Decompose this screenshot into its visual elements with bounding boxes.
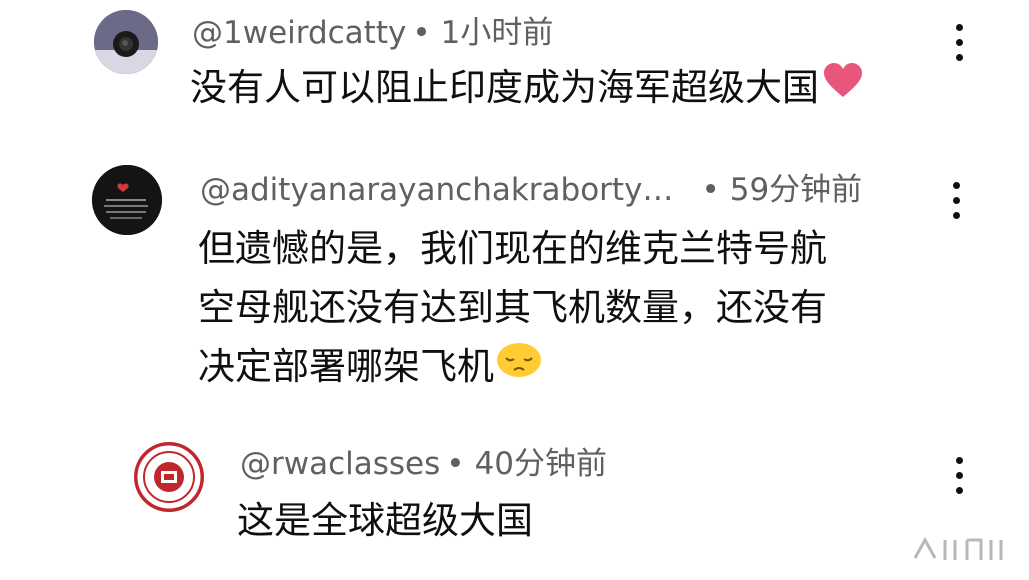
comment-author[interactable]: @rwaclasses — [240, 446, 440, 482]
comment-author[interactable]: @1weirdcatty — [192, 15, 406, 51]
comment-text-line: 这是全球超级大国 — [237, 499, 533, 542]
comment-meta: @1weirdcatty • 1小时前 — [192, 18, 553, 49]
comment-text-line-content: 决定部署哪架飞机 — [198, 345, 494, 388]
sad-face-emoji — [496, 336, 542, 395]
comment-time: 59分钟前 — [729, 172, 863, 208]
comment-text-line: 但遗憾的是，我们现在的维克兰特号航 — [198, 227, 827, 270]
comment-text: 没有人可以阻止印度成为海军超级大国 — [190, 58, 863, 117]
avatar[interactable] — [94, 10, 158, 74]
comment-text-line: 空母舰还没有达到其飞机数量，还没有 — [198, 286, 827, 329]
avatar-image — [92, 165, 162, 235]
comment-time: 40分钟前 — [474, 446, 608, 482]
comment-meta: @adityanarayanchakraborty… • 59分钟前 — [200, 175, 862, 206]
heart-emoji — [823, 57, 863, 116]
meta-separator: • — [701, 172, 720, 208]
more-options-button[interactable] — [950, 455, 970, 497]
meta-separator: • — [446, 446, 465, 482]
more-options-button[interactable] — [947, 180, 967, 222]
rwa-logo-icon — [134, 442, 204, 512]
comment-text: 但遗憾的是，我们现在的维克兰特号航 空母舰还没有达到其飞机数量，还没有 决定部署… — [198, 219, 827, 396]
comment-author[interactable]: @adityanarayanchakraborty… — [200, 172, 673, 208]
avatar[interactable] — [92, 165, 162, 235]
comment-text: 这是全球超级大国 — [237, 491, 533, 550]
comment-thread: @1weirdcatty • 1小时前 没有人可以阻止印度成为海军超级大国 @a… — [0, 0, 1029, 580]
meta-separator: • — [412, 15, 431, 51]
comment-time: 1小时前 — [440, 15, 554, 51]
avatar-image — [94, 10, 158, 74]
comment-text-line: 决定部署哪架飞机 — [198, 337, 827, 396]
more-options-button[interactable] — [950, 22, 970, 64]
avatar[interactable] — [134, 442, 204, 512]
watermark-logo — [911, 528, 1011, 572]
comment-text-line: 没有人可以阻止印度成为海军超级大国 — [190, 66, 819, 109]
comment-meta: @rwaclasses • 40分钟前 — [240, 449, 607, 480]
